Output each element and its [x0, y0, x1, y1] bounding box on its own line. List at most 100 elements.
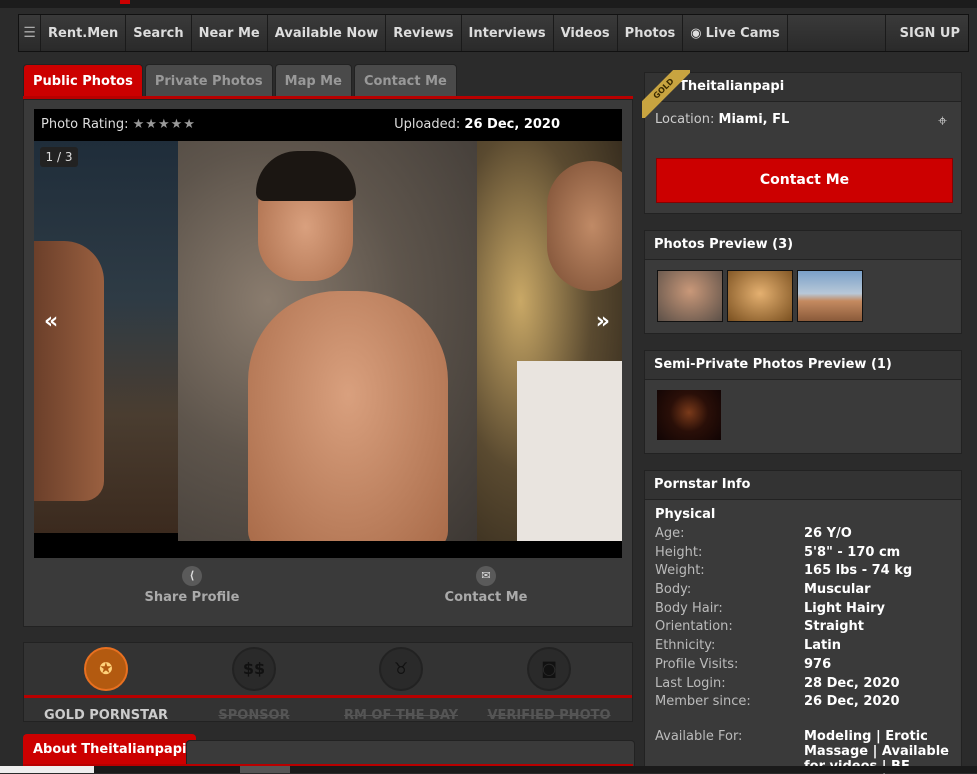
share-profile-button[interactable]: ⟨ Share Profile [102, 566, 282, 605]
info-row: Member since: 26 Dec, 2020 [655, 693, 955, 712]
info-key: Member since: [655, 694, 751, 710]
top-accent [120, 0, 130, 4]
next-photo-arrow[interactable]: » [596, 309, 610, 334]
info-row: Height: 5'8" - 170 cm [655, 544, 955, 563]
badge-label: VERIFIED PHOTO [487, 708, 611, 723]
previous-photo-preview[interactable] [34, 141, 178, 533]
info-value: 26 Y/O [804, 526, 852, 541]
camera-icon: ◙ [527, 647, 571, 691]
nav-interviews[interactable]: Interviews [462, 15, 554, 51]
info-row: Body Hair: Light Hairy [655, 600, 955, 619]
next-photo-preview[interactable] [477, 141, 622, 541]
photos-preview-panel: Photos Preview (3) [644, 230, 962, 334]
tab-map-me[interactable]: Map Me [274, 64, 352, 97]
nav-photos[interactable]: Photos [618, 15, 684, 51]
pornstar-info-panel: Pornstar Info Physical Age: 26 Y/O Height… [644, 470, 962, 774]
photo-rating: Photo Rating: ★★★★★ [41, 117, 196, 132]
scrollbar-thumb[interactable] [240, 766, 290, 773]
info-row: Weight: 165 lbs - 74 kg [655, 562, 955, 581]
photo-figure [517, 361, 622, 541]
tier-badge: GOLD [642, 70, 690, 118]
info-key: Last Login: [655, 675, 726, 691]
photo-figure [248, 291, 448, 541]
photo-figure [547, 161, 622, 291]
rating-stars[interactable]: ★★★★★ [133, 117, 196, 132]
contact-me-action[interactable]: ✉ Contact Me [396, 566, 576, 605]
info-key: Ethnicity: [655, 638, 716, 654]
info-value: 28 Dec, 2020 [804, 675, 900, 691]
nav-search[interactable]: Search [126, 15, 192, 51]
location-label: Location: [655, 112, 715, 127]
section-heading: Physical [655, 507, 716, 522]
nav-rent-men[interactable]: Rent.Men [41, 15, 127, 51]
photo-info-bar: Photo Rating: ★★★★★ Uploaded: 26 Dec, 20… [34, 109, 622, 141]
info-value: 165 lbs - 74 kg [804, 563, 913, 579]
location-value: Miami, FL [718, 112, 790, 127]
photo-counter: 1 / 3 [40, 147, 78, 167]
uploaded-date-value: 26 Dec, 2020 [464, 117, 560, 132]
badge-rm-of-the-day: ♉ RM OF THE DAY [326, 647, 476, 723]
info-key: Body Hair: [655, 600, 723, 616]
share-icon: ⟨ [182, 566, 202, 586]
upload-date: Uploaded: 26 Dec, 2020 [394, 117, 560, 132]
info-row: Orientation: Straight [655, 618, 955, 637]
profile-card: GOLD Theitalianpapi Location: Miami, FL … [642, 70, 962, 214]
gold-ribbon: GOLD [642, 70, 690, 118]
photo-figure [256, 151, 356, 201]
pornstar-info-title: Pornstar Info [645, 471, 961, 500]
info-value: Latin [804, 638, 841, 654]
nav-live-cams-label: Live Cams [705, 25, 780, 41]
location: Location: Miami, FL [655, 112, 789, 127]
info-value: 5'8" - 170 cm [804, 544, 901, 560]
contact-me-label: Contact Me [444, 590, 528, 605]
info-row: Age: 26 Y/O [655, 525, 955, 544]
info-row: Body: Muscular [655, 581, 955, 600]
info-key: Age: [655, 526, 685, 541]
photo-thumbnail[interactable] [657, 270, 723, 322]
badge-label: RM OF THE DAY [343, 708, 459, 723]
info-table: Physical Age: 26 Y/O Height: 5'8" - 170 cm… [655, 507, 955, 712]
tab-contact-me[interactable]: Contact Me [353, 64, 457, 97]
menu-icon[interactable]: ☰ [19, 15, 41, 51]
semi-private-panel: Semi-Private Photos Preview (1) [644, 350, 962, 454]
badge-label: SPONSOR [218, 708, 290, 723]
info-row: Profile Visits: 976 [655, 656, 955, 675]
photo-rating-label: Photo Rating: [41, 117, 129, 132]
photo-thumbnail[interactable] [727, 270, 793, 322]
info-row: Last Login: 28 Dec, 2020 [655, 675, 955, 694]
photo-figure [34, 241, 104, 501]
envelope-icon: ✉ [476, 566, 496, 586]
nav-reviews[interactable]: Reviews [386, 15, 462, 51]
signup-button[interactable]: SIGN UP [884, 15, 968, 51]
photo-viewer: Photo Rating: ★★★★★ Uploaded: 26 Dec, 20… [34, 109, 622, 558]
badge-gold-pornstar: ✪ GOLD PORNSTAR [31, 647, 181, 723]
main-photo[interactable] [178, 141, 477, 541]
prev-photo-arrow[interactable]: « [44, 309, 58, 334]
nav-live-cams[interactable]: ◉ Live Cams [683, 15, 788, 51]
profile-username: Theitalianpapi [645, 73, 961, 102]
info-key: Weight: [655, 563, 705, 579]
nav-videos[interactable]: Videos [554, 15, 618, 51]
photo-thumbnail[interactable] [797, 270, 863, 322]
info-value: Light Hairy [804, 600, 886, 616]
info-value: Muscular [804, 582, 871, 598]
semi-private-thumbnail[interactable] [657, 390, 721, 440]
bull-icon: ♉ [379, 647, 423, 691]
scrollbar-track [0, 766, 94, 773]
info-key: Height: [655, 544, 703, 560]
share-profile-label: Share Profile [144, 590, 240, 605]
top-strip [0, 0, 977, 8]
nav-near-me[interactable]: Near Me [192, 15, 268, 51]
horizontal-scrollbar[interactable] [0, 766, 977, 773]
nav-available-now[interactable]: Available Now [268, 15, 387, 51]
tab-private-photos[interactable]: Private Photos [144, 64, 273, 97]
badge-label: GOLD PORNSTAR [43, 708, 169, 723]
info-row: Ethnicity: Latin [655, 637, 955, 656]
info-key: Profile Visits: [655, 656, 739, 672]
map-pin-icon[interactable]: ⌖ [938, 111, 947, 131]
semi-private-title: Semi-Private Photos Preview (1) [645, 351, 961, 380]
award-icon: ✪ [84, 647, 128, 691]
contact-me-button[interactable]: Contact Me [656, 158, 953, 203]
tab-public-photos[interactable]: Public Photos [23, 64, 143, 97]
about-tab[interactable]: About Theitalianpapi [23, 734, 197, 764]
